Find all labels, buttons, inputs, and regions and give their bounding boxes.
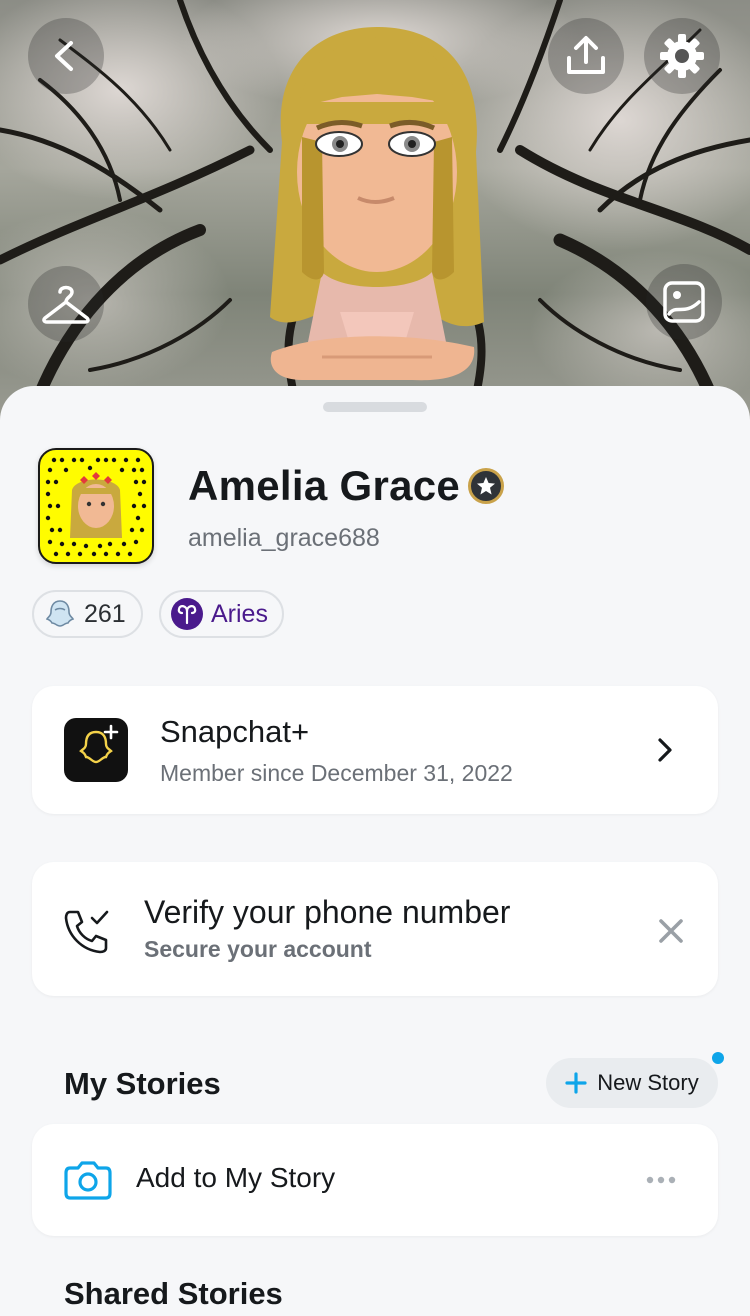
snapcode-pattern [45, 457, 147, 557]
snapchat-plus-card[interactable]: Snapchat+ Member since December 31, 2022 [32, 686, 718, 814]
camera-icon [64, 1161, 112, 1200]
chevron-right-icon [658, 738, 672, 762]
bitmoji-avatar[interactable] [262, 22, 492, 392]
phone-check-icon [64, 910, 109, 954]
shared-stories-title: Shared Stories [64, 1276, 283, 1311]
share-button[interactable] [548, 18, 624, 94]
snapchat-plus-subtitle: Member since December 31, 2022 [160, 760, 513, 786]
zodiac-chip[interactable]: Aries [159, 590, 284, 638]
snapchat-plus-badge[interactable] [468, 468, 504, 504]
notification-dot [712, 1052, 724, 1064]
zodiac-label: Aries [211, 599, 268, 628]
new-story-label: New Story [597, 1070, 699, 1095]
ghost-plus-icon [79, 724, 119, 764]
upload-icon [567, 36, 605, 74]
more-options-icon[interactable] [646, 1176, 676, 1184]
profile-background [0, 0, 750, 420]
sheet-grabber[interactable] [323, 402, 427, 412]
snapchat-plus-icon [64, 718, 128, 782]
username: amelia_grace688 [188, 524, 380, 552]
outfit-button[interactable] [28, 266, 104, 342]
add-to-my-story-row[interactable]: Add to My Story [32, 1124, 718, 1236]
my-stories-title: My Stories [64, 1066, 221, 1101]
new-story-button[interactable]: New Story [546, 1058, 718, 1108]
gear-icon [660, 34, 704, 78]
chevron-left-icon [55, 41, 73, 71]
star-icon [477, 477, 495, 495]
profile-sheet: Amelia Grace amelia_grace688 261 Aries S… [0, 386, 750, 1316]
display-name: Amelia Grace [188, 462, 461, 509]
verify-subtitle: Secure your account [144, 936, 372, 962]
plus-icon [565, 1072, 587, 1094]
back-button[interactable] [28, 18, 104, 94]
verify-title: Verify your phone number [144, 894, 511, 930]
settings-button[interactable] [644, 18, 720, 94]
friends-count: 261 [84, 599, 126, 628]
background-button[interactable] [646, 264, 722, 340]
aries-icon [171, 598, 203, 630]
friends-chip[interactable]: 261 [32, 590, 143, 638]
add-to-my-story-label: Add to My Story [136, 1162, 336, 1193]
snapchat-plus-title: Snapchat+ [160, 714, 310, 749]
snapcode[interactable] [38, 448, 154, 564]
image-icon [663, 281, 705, 323]
verify-phone-card[interactable]: Verify your phone number Secure your acc… [32, 862, 718, 996]
ghost-friends-icon [45, 600, 75, 627]
hanger-icon [42, 285, 90, 324]
close-icon[interactable] [658, 918, 684, 944]
